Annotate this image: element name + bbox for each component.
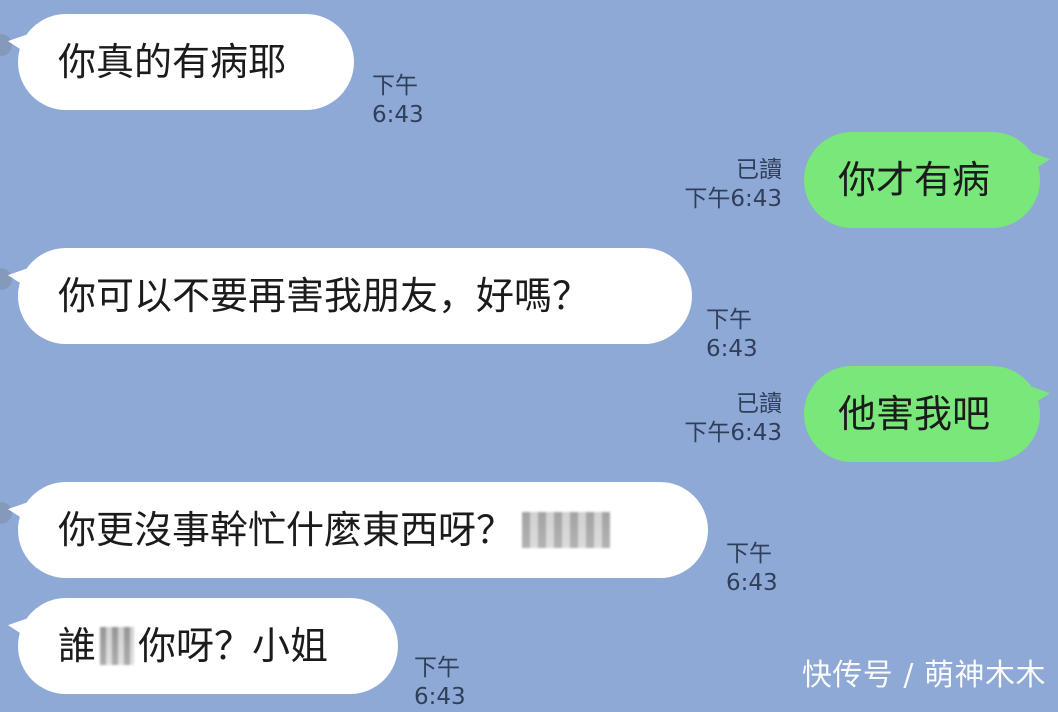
read-status: 已讀	[736, 391, 782, 417]
message-text: 你真的有病耶	[58, 40, 287, 84]
avatar-icon[interactable]	[0, 268, 12, 290]
message-bubble[interactable]: 你可以不要再害我朋友，好嗎？	[18, 248, 692, 344]
message-time: 下午6:43	[706, 307, 758, 362]
message-text: 他害我吧	[838, 392, 991, 436]
message-bubble[interactable]: 他害我吧	[804, 366, 1040, 462]
message-bubble[interactable]: 你真的有病耶	[18, 14, 354, 110]
message-text: 你可以不要再害我朋友，好嗎？	[58, 274, 591, 318]
chat-screen: 你真的有病耶 下午6:43 已讀 下午6:43 你才有病 你可以不要再害我朋友，…	[0, 0, 1058, 710]
message-text-prefix: 誰	[58, 624, 97, 668]
message-bubble[interactable]: 你才有病	[804, 132, 1040, 228]
blurred-name-icon	[522, 512, 611, 548]
message-status: 已讀 下午6:43	[664, 156, 782, 214]
message-status: 已讀 下午6:43	[664, 390, 782, 448]
message-text: 你更沒事幹忙什麼東西呀？	[58, 508, 515, 552]
message-text-suffix: 你呀？小姐	[138, 624, 329, 668]
message-time: 下午6:43	[372, 73, 424, 128]
message-time: 下午6:43	[684, 419, 782, 446]
watermark: 快传号 / 萌神木木	[801, 658, 1046, 693]
message-time: 下午6:43	[684, 185, 782, 212]
message-time: 下午6:43	[726, 541, 778, 596]
message-bubble[interactable]: 誰 你呀？小姐	[18, 598, 398, 694]
message-bubble[interactable]: 你更沒事幹忙什麼東西呀？	[18, 482, 708, 578]
message-text: 你才有病	[838, 158, 991, 202]
blurred-word-icon	[100, 627, 135, 665]
read-status: 已讀	[736, 157, 782, 183]
message-time: 下午6:43	[414, 655, 466, 710]
avatar-icon[interactable]	[0, 34, 12, 56]
avatar-icon[interactable]	[0, 502, 12, 524]
